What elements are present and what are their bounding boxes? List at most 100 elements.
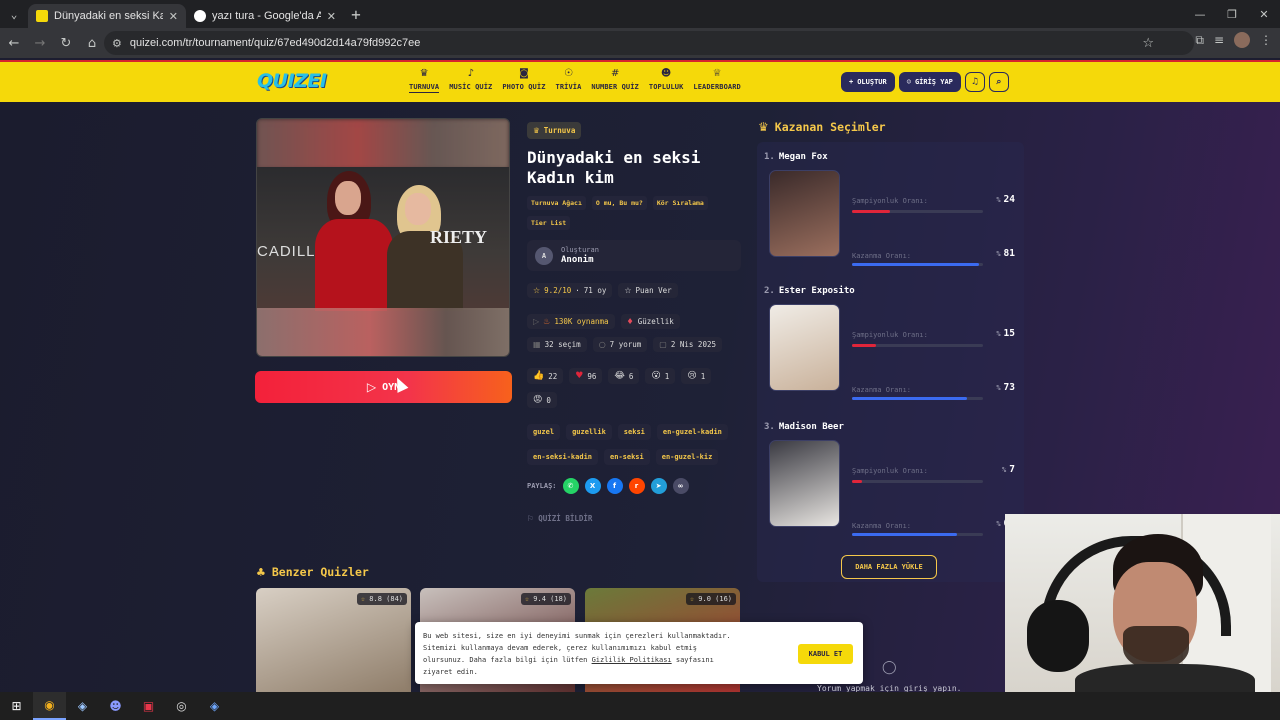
facebook-icon[interactable]: f <box>606 478 623 494</box>
reaction-count: 96 <box>587 371 597 381</box>
whatsapp-icon[interactable]: ✆ <box>562 478 579 494</box>
nav-item-turnuva[interactable]: ♛ TURNUVA <box>404 68 444 93</box>
streamer-shirt <box>1075 664 1255 692</box>
category-pill[interactable]: ♦ Güzellik <box>620 314 680 329</box>
bookmark-star-icon[interactable]: ☆ <box>1142 36 1154 51</box>
obs-icon[interactable]: ◎ <box>165 692 198 720</box>
win-rate-value: % 73 <box>996 382 1015 393</box>
tag[interactable]: en-seksi-kadin <box>527 449 599 465</box>
winners-panel: 1. Megan Fox Şampiyonluk Oranı: % 24 Kazanma … <box>757 142 1024 582</box>
accept-cookies-button[interactable]: KABUL ET <box>798 644 853 664</box>
cookie-text: Bu web sitesi, size en iyi deneyimi sunm… <box>423 630 793 678</box>
quiz-type-badge: ♛ Turnuva <box>527 122 582 139</box>
rate-button[interactable]: ☆ Puan Ver <box>618 283 678 298</box>
windows-start-icon[interactable]: ⊞ <box>0 692 33 720</box>
comment-login-hint: Yorum yapmak için giriş yapın. <box>817 684 962 692</box>
minimize-icon[interactable]: — <box>1184 0 1216 28</box>
privacy-policy-link[interactable]: Gizlilik Politikası <box>592 656 672 664</box>
new-tab-icon[interactable]: + <box>344 5 368 24</box>
creator-avatar: A <box>535 246 553 265</box>
thumbs-up-icon: 👍 <box>533 371 545 381</box>
mode-tag[interactable]: Kör Sıralama <box>652 196 708 210</box>
reddit-icon[interactable]: r <box>628 478 645 494</box>
star-icon: ☆ <box>689 595 695 603</box>
trophy-icon: ♛ <box>533 126 540 135</box>
reaction-thumbs-up[interactable]: 👍 22 <box>527 368 564 384</box>
tag[interactable]: guzel <box>527 424 561 440</box>
forward-icon[interactable]: → <box>28 31 52 55</box>
login-button[interactable]: ☺ GİRİŞ YAP <box>898 72 961 92</box>
tag[interactable]: en-guzel-kiz <box>655 449 719 465</box>
reaction-heart[interactable]: ♥ 96 <box>569 368 603 384</box>
medal-icon: ♕ <box>712 68 722 79</box>
cookie-banner: Bu web sitesi, size en iyi deneyimi sunm… <box>415 622 863 684</box>
media-app-icon[interactable]: ▣ <box>132 692 165 720</box>
report-quiz-link[interactable]: ⚐ QUİZİ BİLDİR <box>527 514 742 523</box>
nav-item-music-quiz[interactable]: ♪ MUSİC QUİZ <box>444 68 497 93</box>
reaction-count: 1 <box>664 371 670 381</box>
play-button[interactable]: ▷ OYN <box>255 371 512 403</box>
steam-icon[interactable]: ◈ <box>66 692 99 720</box>
tab-close-icon[interactable]: ✕ <box>169 10 178 23</box>
browser-tab[interactable]: yazı tura - Google'da Ara ✕ <box>186 4 344 28</box>
win-rate-fill <box>852 533 957 536</box>
creator-label: Oluşturan <box>561 246 599 254</box>
reload-icon[interactable]: ↻ <box>54 31 78 55</box>
chrome-icon[interactable]: ◉ <box>33 692 66 720</box>
search-icon[interactable]: ⌕ <box>988 72 1009 92</box>
cover-figure <box>335 181 361 215</box>
nav-label: NUMBER QUİZ <box>591 83 639 91</box>
os-taskbar: ⊞ ◉ ◈ ☻ ▣ ◎ ◈ <box>0 692 1280 720</box>
mode-tag[interactable]: O mu, Bu mu? <box>591 196 647 210</box>
site-info-icon[interactable]: ⚙ <box>112 37 122 50</box>
trophy-icon: ♛ <box>419 68 429 79</box>
tag[interactable]: en-seksi <box>604 449 650 465</box>
address-bar[interactable]: ⚙ quizei.com/tr/tournament/quiz/67ed490d… <box>104 31 1194 55</box>
nav-item-photo-quiz[interactable]: ◙ PHOTO QUİZ <box>497 68 550 93</box>
discord-icon[interactable]: ☻ <box>99 692 132 720</box>
x-icon[interactable]: X <box>584 478 601 494</box>
champion-rate-number: 15 <box>1003 328 1015 339</box>
browser-tab-active[interactable]: Dünyadaki en seksi Kadın kim ✕ <box>28 4 186 28</box>
link-icon[interactable]: ∞ <box>672 478 689 494</box>
similar-title: Benzer Quizler <box>271 565 369 579</box>
menu-icon[interactable]: ⋮ <box>1260 33 1272 47</box>
notification-bell-icon[interactable]: ♫ <box>964 72 985 92</box>
mode-tag[interactable]: Tier List <box>527 216 571 230</box>
heart-icon: ♥ <box>575 371 584 381</box>
nav-item-leaderboard[interactable]: ♕ LEADERBOARD <box>688 68 745 93</box>
steam-alt-icon[interactable]: ◈ <box>198 692 231 720</box>
extensions-icon[interactable]: ⧉ <box>1195 33 1204 48</box>
tag[interactable]: guzellik <box>566 424 612 440</box>
reaction-laugh[interactable]: 😂 6 <box>608 368 640 384</box>
tab-search-icon[interactable]: ⌄ <box>0 0 28 28</box>
quizei-favicon-icon <box>36 10 48 22</box>
tag[interactable]: seksi <box>617 424 651 440</box>
wow-icon: 😮 <box>651 371 661 381</box>
stats-row: ▷ ♨ 130K oynanma ♦ Güzellik <box>527 314 742 329</box>
home-icon[interactable]: ⌂ <box>80 31 104 55</box>
reaction-count: 6 <box>628 371 634 381</box>
reaction-wow[interactable]: 😮 1 <box>645 368 676 384</box>
tag[interactable]: en-guzel-kadin <box>656 424 728 440</box>
reaction-sad[interactable]: 😢 1 <box>681 368 712 384</box>
telegram-icon[interactable]: ➤ <box>650 478 667 494</box>
mode-tag[interactable]: Turnuva Ağacı <box>527 196 586 210</box>
load-more-button[interactable]: DAHA FAZLA YÜKLE <box>841 555 937 579</box>
quiz-info: ♛ Turnuva Dünyadaki en seksi Kadın kim T… <box>527 118 742 523</box>
reaction-angry[interactable]: 😡 0 <box>527 392 557 408</box>
tab-close-icon[interactable]: ✕ <box>327 10 336 23</box>
win-rate-label: Kazanma Oranı: <box>852 386 912 394</box>
back-icon[interactable]: ← <box>2 31 26 55</box>
similar-quiz-card[interactable]: ☆ 8.8 (84) <box>256 588 411 692</box>
reading-list-icon[interactable]: ≡ <box>1214 33 1224 47</box>
profile-avatar[interactable] <box>1234 32 1250 48</box>
close-window-icon[interactable]: ✕ <box>1248 0 1280 28</box>
nav-item-trivia[interactable]: ☉ TRİVİA <box>551 68 587 93</box>
winner-rank: 1. <box>764 152 775 162</box>
nav-item-topluluk[interactable]: ☻ TOPLULUK <box>644 68 689 93</box>
restore-icon[interactable]: ❐ <box>1216 0 1248 28</box>
site-logo[interactable]: QUIZEI <box>257 70 327 92</box>
create-button[interactable]: + OLUŞTUR <box>841 72 895 92</box>
nav-item-number-quiz[interactable]: # NUMBER QUİZ <box>586 68 643 93</box>
